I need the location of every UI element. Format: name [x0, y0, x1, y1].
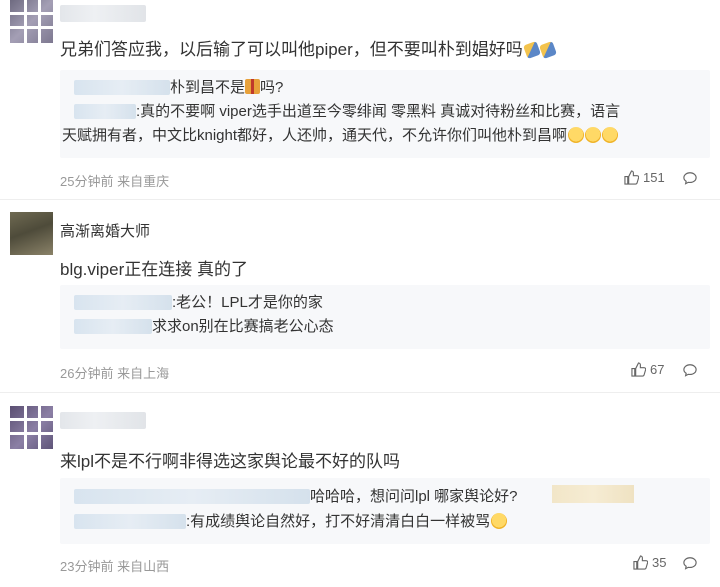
reply-button[interactable] [683, 556, 697, 575]
comment-text-body: 兄弟们答应我，以后输了可以叫他piper，但不要叫朴到娼好吗 [60, 40, 523, 59]
divider [0, 199, 720, 200]
username-redacted[interactable] [60, 5, 146, 22]
reply-button[interactable] [683, 171, 697, 190]
comment-text: 来lpl不是不行啊非得选这家舆论最不好的队吗 [60, 452, 401, 471]
reply-text-tail: 吗? [260, 79, 284, 96]
like-button[interactable]: 35 [633, 555, 666, 570]
username[interactable]: 高渐离婚大师 [60, 220, 150, 241]
reply-text: 哈哈哈，想问问lpl 哪家舆论好? [310, 488, 518, 505]
avatar[interactable] [10, 406, 53, 449]
like-count: 35 [652, 555, 667, 570]
comment-bubble-icon [683, 172, 697, 185]
avatar[interactable] [10, 0, 53, 43]
reply-username-redacted[interactable] [74, 80, 170, 95]
reply-item: :有成绩舆论自然好，打不好清清白白一样被骂 [74, 511, 508, 533]
reply-box: 朴到昌不是 吗? :真的不要啊 viper选手出道至今零绯闻 零黑料 真诚对待粉丝… [60, 70, 710, 158]
comment-bubble-icon [683, 557, 697, 570]
reply-item: 朴到昌不是 吗? [74, 77, 283, 99]
reply-text: :有成绩舆论自然好，打不好清清白白一样被骂 [186, 513, 491, 530]
reply-username-redacted[interactable] [74, 514, 186, 529]
comment-item: 兄弟们答应我，以后输了可以叫他piper，但不要叫朴到娼好吗 朴到昌不是 吗? :… [0, 0, 720, 205]
crying-emoji-icon [585, 127, 602, 143]
comment-item: 高渐离婚大师 blg.viper正在连接 真的了 :老公！LPL才是你的家 求求… [0, 212, 720, 397]
thumbs-up-icon [624, 170, 640, 185]
reply-box: :老公！LPL才是你的家 求求on别在比赛搞老公心态 [60, 285, 710, 349]
divider [0, 392, 720, 393]
reply-text: :真的不要啊 viper选手出道至今零绯闻 零黑料 真诚对待粉丝和比赛，语言 [136, 103, 621, 120]
reply-item-continued: 天赋拥有者，中文比knight都好，人还帅，通天代，不允许你们叫他朴到昌啊 [62, 125, 619, 147]
reply-username-redacted[interactable] [74, 295, 172, 310]
thumbs-up-icon [631, 362, 647, 377]
like-count: 67 [650, 362, 665, 377]
reply-text: :老公！LPL才是你的家 [172, 294, 323, 311]
smirk-emoji-icon [491, 513, 508, 529]
comment-text: blg.viper正在连接 真的了 [60, 260, 248, 279]
reply-text: 朴到昌不是 [170, 79, 246, 96]
reply-item: 哈哈哈，想问问lpl 哪家舆论好? [74, 486, 518, 508]
reply-button[interactable] [683, 363, 697, 382]
comment-bubble-icon [683, 364, 697, 377]
microphone-emoji-icon [522, 41, 541, 59]
crying-emoji-icon [568, 127, 585, 143]
comment-item: 来lpl不是不行啊非得选这家舆论最不好的队吗 哈哈哈，想问问lpl 哪家舆论好?… [0, 406, 720, 587]
comment-meta: 26分钟前 来自上海 [60, 366, 170, 381]
reply-item: :老公！LPL才是你的家 [74, 292, 323, 314]
thumbs-up-icon [633, 555, 649, 570]
reply-username-redacted[interactable] [74, 319, 152, 334]
reply-username-redacted[interactable] [74, 489, 310, 504]
comment-text: 兄弟们答应我，以后输了可以叫他piper，但不要叫朴到娼好吗 [60, 35, 557, 60]
username-redacted[interactable] [60, 412, 146, 429]
reply-box: 哈哈哈，想问问lpl 哪家舆论好? :有成绩舆论自然好，打不好清清白白一样被骂 [60, 478, 710, 544]
avatar[interactable] [10, 212, 53, 255]
microphone-emoji-icon [538, 41, 557, 59]
reply-text: 求求on别在比赛搞老公心态 [152, 318, 334, 335]
reply-username-redacted[interactable] [74, 104, 136, 119]
gift-emoji-icon [245, 79, 261, 94]
like-count: 151 [643, 170, 665, 185]
comment-meta: 25分钟前 来自重庆 [60, 174, 170, 189]
comment-meta: 23分钟前 来自山西 [60, 559, 170, 574]
crying-emoji-icon [602, 127, 619, 143]
redacted-highlight [552, 485, 634, 503]
reply-item: :真的不要啊 viper选手出道至今零绯闻 零黑料 真诚对待粉丝和比赛，语言 [74, 101, 620, 123]
like-button[interactable]: 151 [624, 170, 665, 185]
reply-item: 求求on别在比赛搞老公心态 [74, 316, 334, 338]
like-button[interactable]: 67 [631, 362, 664, 377]
reply-text: 天赋拥有者，中文比knight都好，人还帅，通天代，不允许你们叫他朴到昌啊 [62, 127, 568, 144]
